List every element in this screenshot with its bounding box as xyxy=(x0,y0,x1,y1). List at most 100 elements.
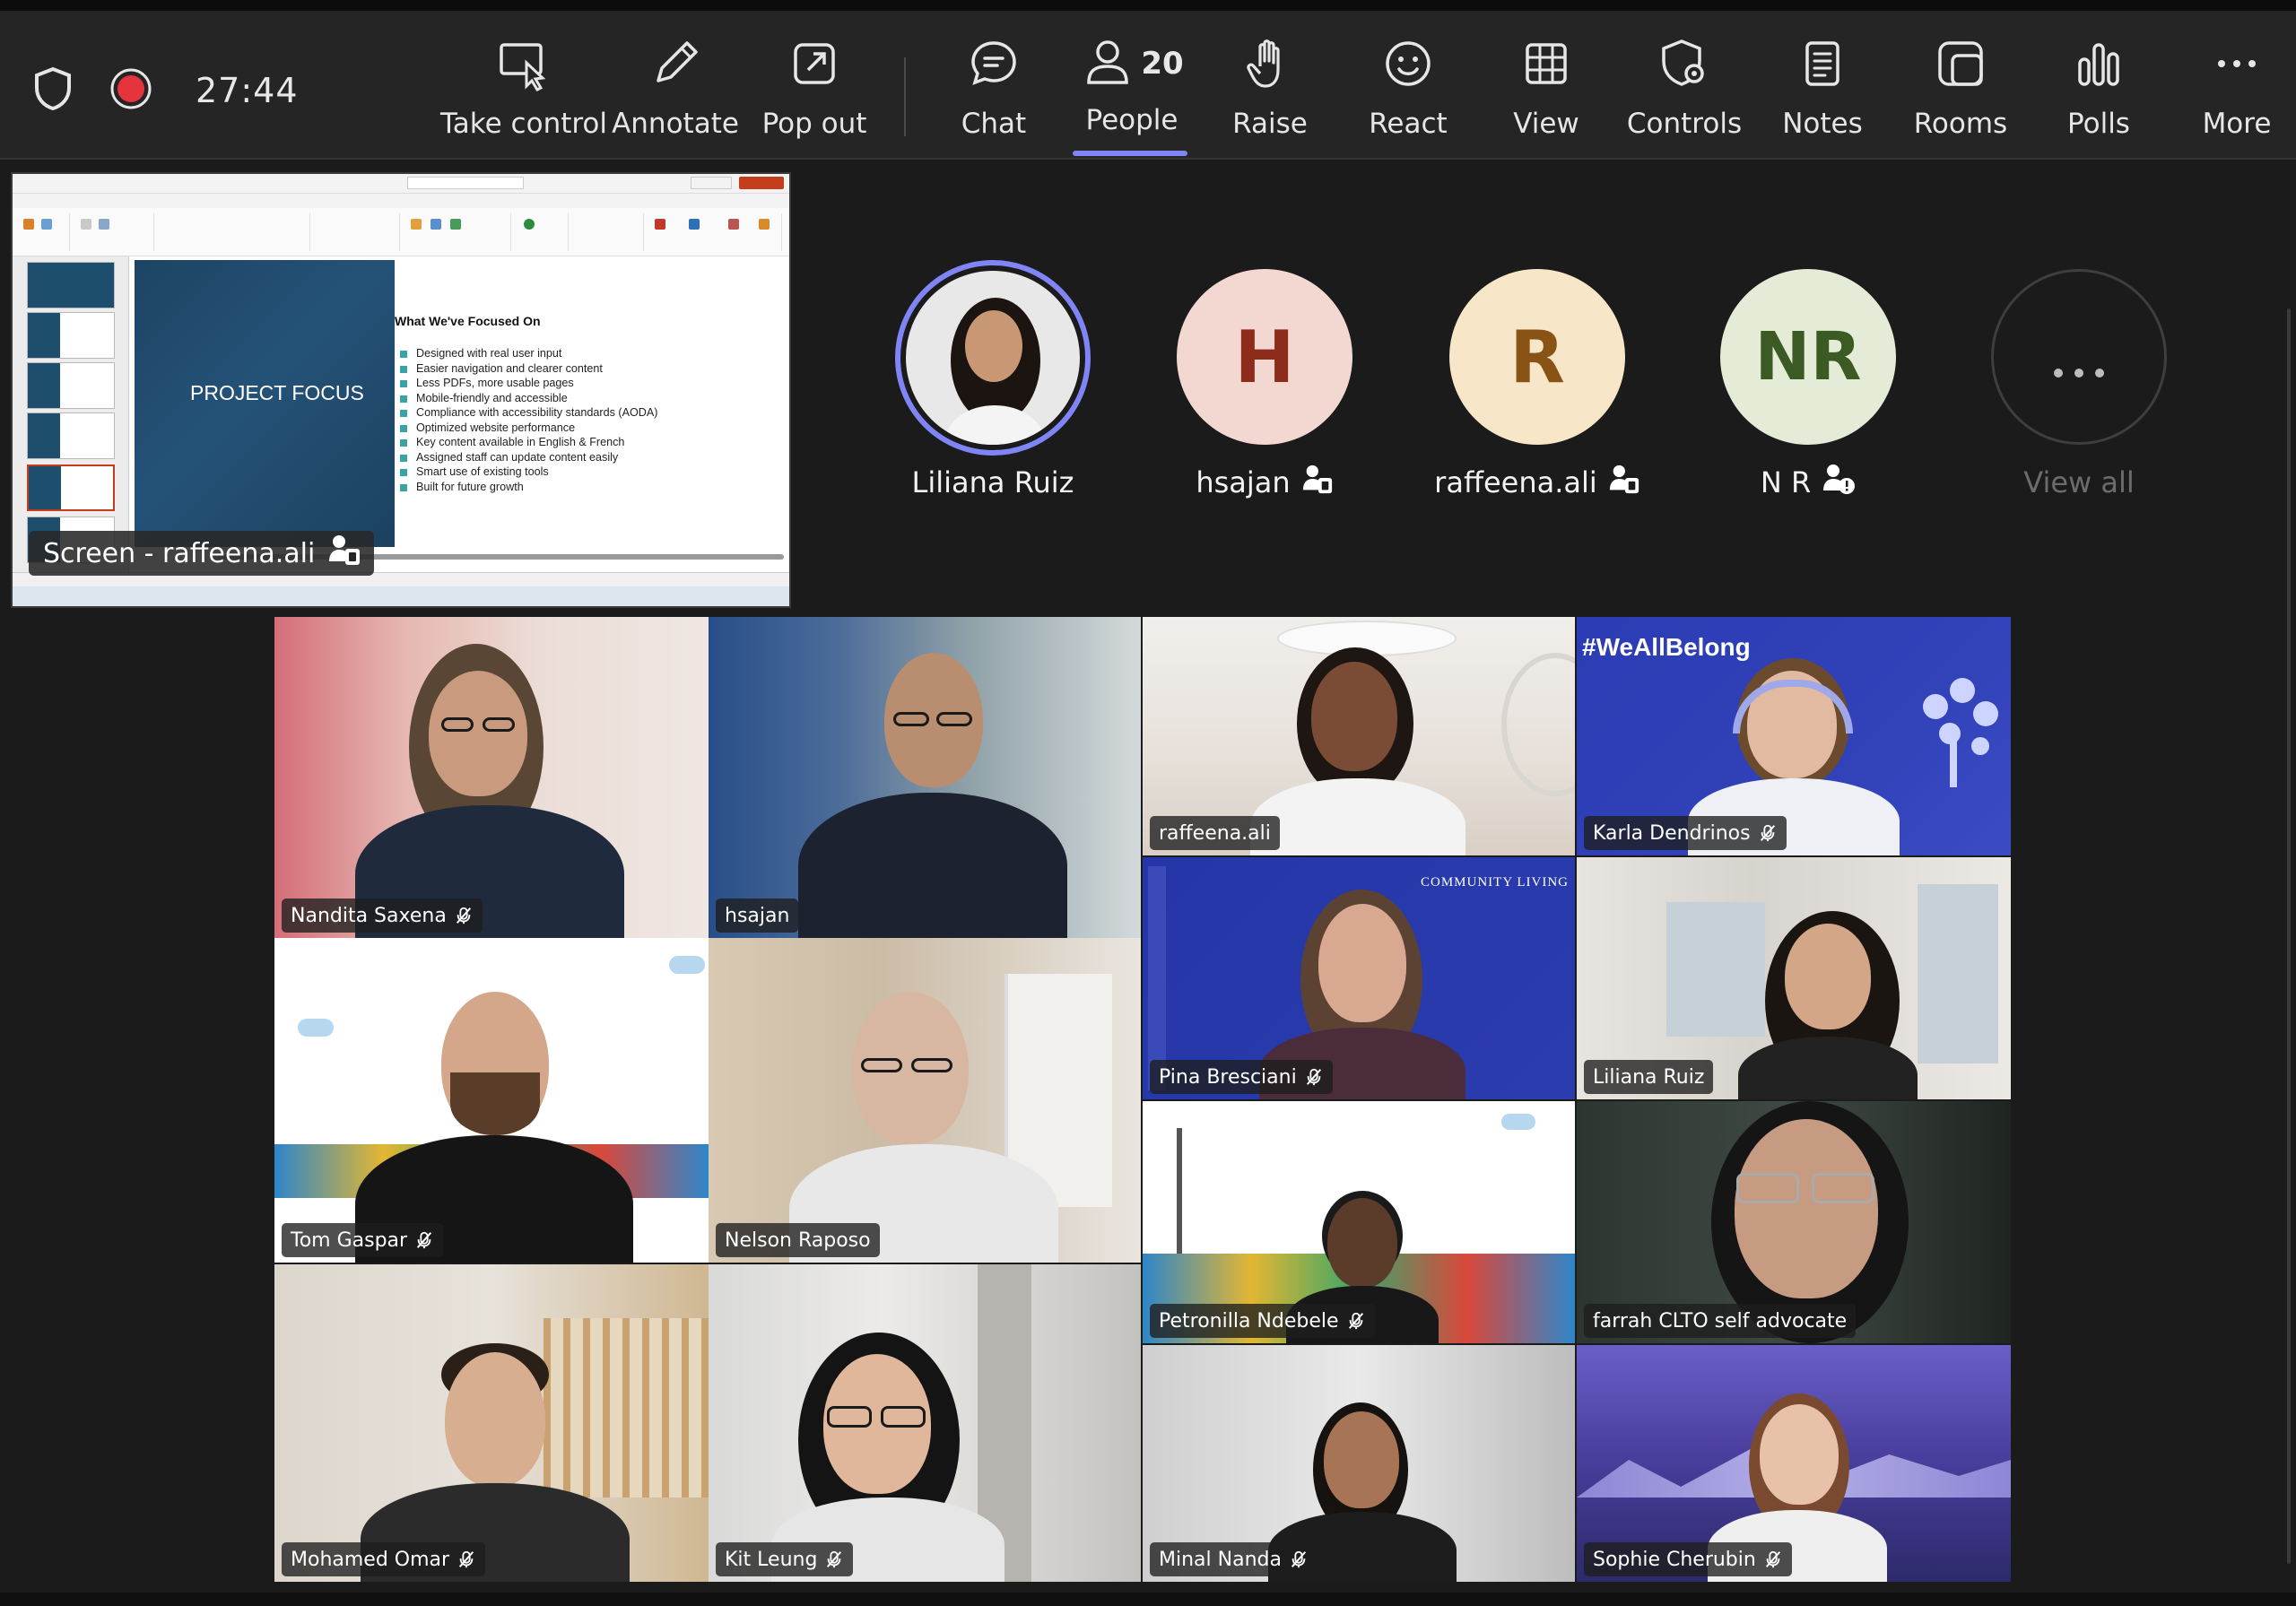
polls-label: Polls xyxy=(2067,108,2130,140)
notes-icon xyxy=(1795,36,1850,95)
participant-name: hsajan xyxy=(725,904,790,927)
mic-off-icon xyxy=(1758,823,1778,843)
participant-name-tag: Petronilla Ndebele xyxy=(1150,1304,1375,1338)
view-all-button[interactable] xyxy=(1991,269,2167,445)
participant-name-tag: Kit Leung xyxy=(716,1542,854,1576)
presenter-icon xyxy=(1301,463,1334,502)
participant-name-tag: Nandita Saxena xyxy=(282,898,483,933)
video-tile[interactable]: Nelson Raposo xyxy=(709,938,1141,1263)
participant-name: Minal Nanda xyxy=(1159,1548,1282,1571)
video-tile[interactable]: Tom Gaspar xyxy=(274,938,709,1263)
annotate-button[interactable]: Annotate xyxy=(612,36,739,152)
video-tile[interactable]: #WeAllBelong Karla Dendrinos xyxy=(1577,617,2011,855)
polls-button[interactable]: Polls xyxy=(2036,36,2161,152)
video-tile[interactable]: COMMUNITY LIVING Pina Bresciani xyxy=(1143,857,1575,1099)
participant-name: farrah CLTO self advocate xyxy=(1593,1309,1848,1333)
grid-icon xyxy=(1518,36,1574,95)
presenter-icon xyxy=(1608,463,1640,502)
toolbar-divider xyxy=(904,57,906,136)
participant-name: Sophie Cherubin xyxy=(1593,1548,1756,1571)
chat-button[interactable]: Chat xyxy=(931,36,1057,152)
participant-name: Kit Leung xyxy=(725,1548,818,1571)
participant-name: Petronilla Ndebele xyxy=(1159,1309,1339,1333)
video-tile[interactable]: Kit Leung xyxy=(709,1264,1141,1582)
raise-hand-button[interactable]: Raise xyxy=(1207,36,1333,152)
participant-name: Karla Dendrinos xyxy=(1593,821,1751,845)
ppt-current-slide: PROJECT FOCUS What We've Focused On Desi… xyxy=(135,260,789,547)
avatar-hsajan[interactable]: H xyxy=(1177,269,1352,445)
view-all-text: View all xyxy=(2023,465,2135,499)
avatar-raffeena-ali[interactable]: R xyxy=(1449,269,1625,445)
video-tile[interactable]: hsajan xyxy=(709,617,1141,938)
take-control-label: Take control xyxy=(439,108,608,140)
controls-button[interactable]: Controls xyxy=(1622,36,1747,152)
ppt-title-bar xyxy=(13,174,789,194)
view-all-label: View all xyxy=(1971,463,2187,502)
view-button[interactable]: View xyxy=(1483,36,1609,152)
shield-gear-icon xyxy=(1657,36,1712,95)
slide-bullet: Designed with real user input xyxy=(398,346,657,361)
slide-bullet: Easier navigation and clearer content xyxy=(398,361,657,377)
slide-bullet: Smart use of existing tools xyxy=(398,464,657,480)
mic-off-icon xyxy=(1289,1550,1309,1569)
mic-off-icon xyxy=(1763,1550,1783,1569)
slide-heading: What We've Focused On xyxy=(395,314,541,328)
notes-button[interactable]: Notes xyxy=(1760,36,1885,152)
react-label: React xyxy=(1369,108,1448,140)
more-icon xyxy=(2209,36,2265,95)
take-control-button[interactable]: Take control xyxy=(440,36,607,152)
participant-name-tag: Sophie Cherubin xyxy=(1584,1542,1792,1576)
screen-share-tile[interactable]: PROJECT FOCUS What We've Focused On Desi… xyxy=(11,172,791,608)
more-button[interactable]: More xyxy=(2174,36,2296,152)
slide-bullet: Optimized website performance xyxy=(398,421,657,436)
people-button[interactable]: 20 People xyxy=(1069,36,1195,152)
participant-name-tag: Pina Bresciani xyxy=(1150,1060,1333,1094)
raise-label: Raise xyxy=(1232,108,1308,140)
video-tile[interactable]: Mohamed Omar xyxy=(274,1264,709,1582)
tree-heart-graphic xyxy=(1909,671,2007,796)
pop-out-button[interactable]: Pop out xyxy=(752,36,877,152)
avatar-liliana-ruiz[interactable] xyxy=(895,260,1091,456)
participant-name-tag: Minal Nanda xyxy=(1150,1542,1318,1576)
participant-name: Mohamed Omar xyxy=(291,1548,450,1571)
video-tile[interactable]: farrah CLTO self advocate xyxy=(1577,1101,2011,1343)
ppt-slide-thumbnails xyxy=(13,256,129,572)
avatar-n-r[interactable]: NR xyxy=(1720,269,1896,445)
video-tile[interactable]: Nandita Saxena xyxy=(274,617,709,938)
ppt-menu-tabs xyxy=(13,194,789,208)
meeting-status: 27:44 xyxy=(32,66,299,115)
recording-icon xyxy=(109,67,152,114)
video-tile[interactable]: Sophie Cherubin xyxy=(1577,1345,2011,1582)
participant-name-tag: farrah CLTO self advocate xyxy=(1584,1304,1857,1338)
window-bottom-edge xyxy=(0,1593,2296,1606)
annotate-label: Annotate xyxy=(612,108,739,140)
mic-off-icon xyxy=(824,1550,844,1569)
video-tile[interactable]: Liliana Ruiz xyxy=(1577,857,2011,1099)
gallery-scrollbar[interactable] xyxy=(2287,308,2291,1564)
more-label: More xyxy=(2202,108,2272,140)
avatar-name: Liliana Ruiz xyxy=(895,463,1091,502)
react-button[interactable]: React xyxy=(1345,36,1471,152)
participant-count: 20 xyxy=(1141,46,1184,82)
ppt-share-button xyxy=(739,177,784,189)
ppt-search-box xyxy=(407,177,524,189)
slide-panel-title: PROJECT FOCUS xyxy=(190,381,364,404)
avatar-initials: NR xyxy=(1754,318,1862,395)
video-tile[interactable]: Minal Nanda xyxy=(1143,1345,1575,1582)
presenter-icon xyxy=(327,533,361,574)
participant-name-tag: Mohamed Omar xyxy=(282,1542,486,1576)
meeting-timer: 27:44 xyxy=(196,71,299,110)
participant-name: Liliana Ruiz xyxy=(1593,1065,1705,1089)
pen-icon xyxy=(648,36,703,95)
participant-name: raffeena.ali xyxy=(1159,821,1271,845)
controls-label: Controls xyxy=(1626,108,1743,140)
slide-side-panel: PROJECT FOCUS xyxy=(135,260,395,547)
smiley-icon xyxy=(1380,36,1436,95)
video-tile[interactable]: raffeena.ali xyxy=(1143,617,1575,855)
view-label: View xyxy=(1513,108,1579,140)
notes-label: Notes xyxy=(1782,108,1863,140)
rooms-button[interactable]: Rooms xyxy=(1898,36,2023,152)
participant-name: Nelson Raposo xyxy=(725,1228,871,1252)
video-tile[interactable]: Petronilla Ndebele xyxy=(1143,1101,1575,1343)
take-control-icon xyxy=(496,36,552,95)
